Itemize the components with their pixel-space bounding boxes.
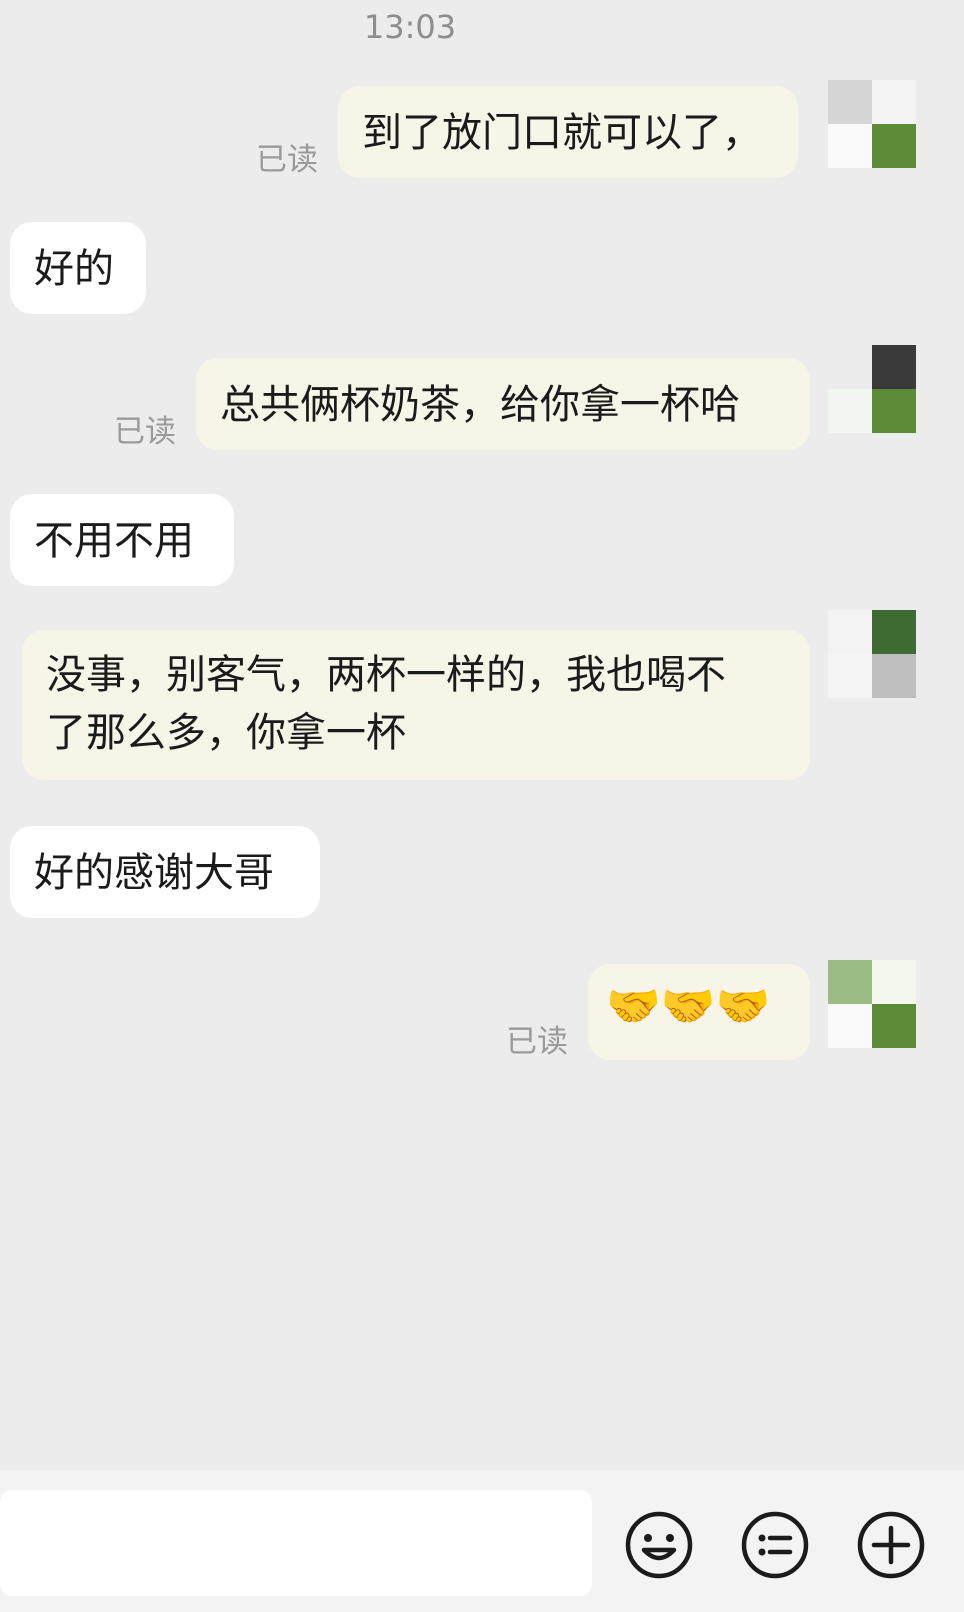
handshake-emoji: 🤝🤝🤝 xyxy=(606,981,771,1032)
message-bubble-sent[interactable]: 到了放门口就可以了， xyxy=(338,86,798,178)
message-bubble-sent[interactable]: 🤝🤝🤝 xyxy=(588,964,810,1060)
message-bubble-sent[interactable]: 没事，别客气，两杯一样的，我也喝不 了那么多，你拿一杯 xyxy=(22,630,810,780)
message-bubble-received[interactable]: 不用不用 xyxy=(10,494,234,586)
message-input[interactable] xyxy=(0,1490,592,1596)
avatar[interactable] xyxy=(828,345,916,433)
message-text-line-1: 没事，别客气，两杯一样的，我也喝不 xyxy=(46,652,726,698)
message-text: 总共俩杯奶茶，给你拿一杯哈 xyxy=(220,382,740,428)
read-receipt: 已读 xyxy=(114,414,176,450)
message-text: 不用不用 xyxy=(34,518,194,564)
message-text: 到了放门口就可以了， xyxy=(362,110,762,156)
smiley-face-icon xyxy=(625,1511,693,1579)
emoji-button[interactable] xyxy=(624,1510,694,1580)
more-button[interactable] xyxy=(856,1510,926,1580)
message-text: 好的 xyxy=(34,246,114,292)
read-receipt: 已读 xyxy=(256,142,318,178)
avatar[interactable] xyxy=(828,960,916,1048)
timestamp: 13:03 xyxy=(363,8,457,46)
avatar[interactable] xyxy=(828,610,916,698)
message-bubble-sent[interactable]: 总共俩杯奶茶，给你拿一杯哈 xyxy=(196,358,810,450)
message-text-line-2: 了那么多，你拿一杯 xyxy=(46,710,406,756)
message-text: 好的感谢大哥 xyxy=(34,850,274,896)
avatar[interactable] xyxy=(828,80,916,168)
message-bubble-received[interactable]: 好的 xyxy=(10,222,146,314)
list-circle-icon xyxy=(741,1511,809,1579)
read-receipt: 已读 xyxy=(506,1024,568,1060)
message-bubble-received[interactable]: 好的感谢大哥 xyxy=(10,826,320,918)
plus-circle-icon xyxy=(857,1511,925,1579)
quick-reply-button[interactable] xyxy=(740,1510,810,1580)
